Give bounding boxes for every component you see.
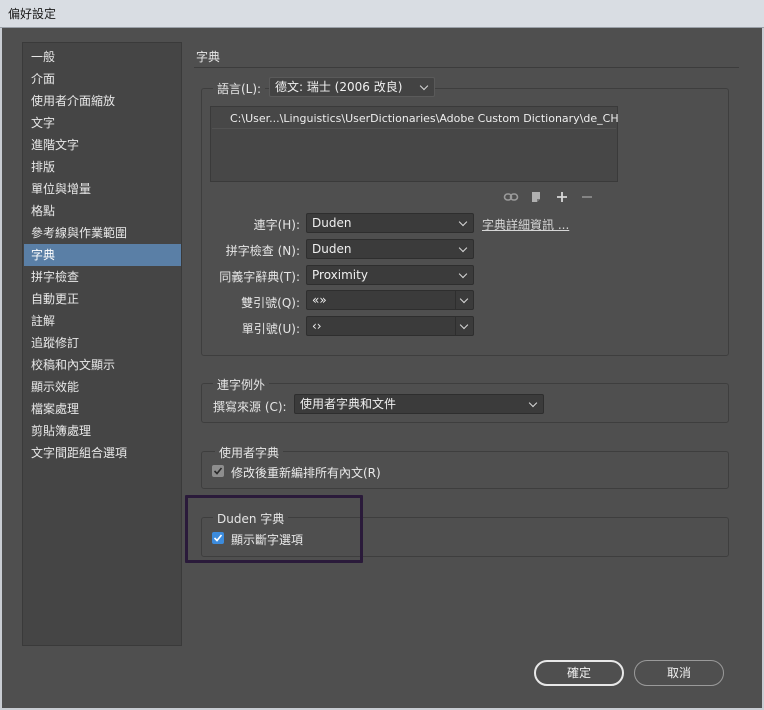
sidebar-item-guides[interactable]: 參考線與作業範圍 — [24, 222, 181, 244]
compose-using-label: 撰寫來源 (C): — [213, 400, 287, 414]
spelling-value: Duden — [312, 242, 352, 256]
double-quotes-combo[interactable]: «» — [306, 290, 474, 310]
single-quotes-value: ‹› — [312, 319, 322, 333]
window-titlebar: 偏好設定 — [0, 0, 764, 28]
spelling-select[interactable]: Duden — [306, 239, 474, 259]
ok-button[interactable]: 確定 — [534, 660, 624, 686]
chevron-down-icon — [455, 214, 473, 232]
chevron-down-icon — [455, 240, 473, 258]
sidebar-item-display-performance[interactable]: 顯示效能 — [24, 376, 181, 398]
sidebar-item-composition[interactable]: 排版 — [24, 156, 181, 178]
sidebar-item-type[interactable]: 文字 — [24, 112, 181, 134]
sidebar-item-clipboard[interactable]: 剪貼簿處理 — [24, 420, 181, 442]
sidebar-item-file-handling[interactable]: 檔案處理 — [24, 398, 181, 420]
sidebar-item-track-changes[interactable]: 追蹤修訂 — [24, 332, 181, 354]
sidebar-item-advanced-type[interactable]: 進階文字 — [24, 134, 181, 156]
chevron-down-icon[interactable] — [455, 291, 473, 309]
annotation-highlight-box — [185, 495, 363, 563]
hyphenation-select[interactable]: Duden — [306, 213, 474, 233]
sidebar-item-dictionary[interactable]: 字典 — [24, 244, 181, 266]
sidebar-item-ui-scaling[interactable]: 使用者介面縮放 — [24, 90, 181, 112]
cancel-button[interactable]: 取消 — [634, 660, 724, 686]
sidebar-item-grids[interactable]: 格點 — [24, 200, 181, 222]
sidebar-item-interface[interactable]: 介面 — [24, 68, 181, 90]
recompose-label[interactable]: 修改後重新編排所有內文(R) — [231, 464, 381, 481]
thesaurus-select[interactable]: Proximity — [306, 265, 474, 285]
window-title: 偏好設定 — [8, 7, 57, 21]
language-select[interactable]: 德文: 瑞士 (2006 改良) — [269, 77, 435, 97]
hyphenation-exceptions-title: 連字例外 — [213, 376, 270, 393]
double-quotes-value: «» — [312, 293, 327, 307]
minus-icon[interactable] — [579, 189, 595, 205]
sidebar-item-autocorrect[interactable]: 自動更正 — [24, 288, 181, 310]
compose-using-select[interactable]: 使用者字典和文件 — [294, 394, 544, 414]
hyphenation-value: Duden — [312, 216, 352, 230]
sidebar: 一般 介面 使用者介面縮放 文字 進階文字 排版 單位與增量 格點 參考線與作業… — [22, 42, 182, 646]
single-quotes-label: 單引號(U): — [241, 322, 300, 336]
chevron-down-icon — [416, 78, 434, 96]
sidebar-item-mojikumi[interactable]: 文字間距組合選項 — [24, 442, 181, 464]
link-icon[interactable] — [503, 189, 519, 205]
recompose-checkbox[interactable] — [212, 465, 224, 477]
list-item[interactable]: C:\User...\Linguistics\UserDictionaries\… — [212, 109, 619, 129]
sidebar-item-notes[interactable]: 註解 — [24, 310, 181, 332]
sidebar-item-general[interactable]: 一般 — [24, 46, 181, 68]
sidebar-item-spelling[interactable]: 拼字檢查 — [24, 266, 181, 288]
language-value: 德文: 瑞士 (2006 改良) — [275, 80, 403, 94]
dictionary-list[interactable]: C:\User...\Linguistics\UserDictionaries\… — [210, 106, 619, 182]
thesaurus-value: Proximity — [312, 268, 368, 282]
title-divider — [194, 67, 739, 68]
double-quotes-label: 雙引號(Q): — [241, 296, 300, 310]
dictionary-info-link[interactable]: 字典詳細資訊 ... — [482, 216, 569, 233]
chevron-down-icon[interactable] — [455, 317, 473, 335]
user-dictionary-title: 使用者字典 — [215, 444, 284, 461]
thesaurus-label: 同義字辭典(T): — [219, 270, 300, 284]
plus-icon[interactable] — [554, 189, 570, 205]
page-icon[interactable] — [528, 189, 544, 205]
page-title: 字典 — [196, 50, 221, 64]
hyphenation-label: 連字(H): — [253, 218, 300, 232]
compose-using-value: 使用者字典和文件 — [300, 397, 397, 411]
chevron-down-icon — [455, 266, 473, 284]
sidebar-item-units[interactable]: 單位與增量 — [24, 178, 181, 200]
single-quotes-combo[interactable]: ‹› — [306, 316, 474, 336]
language-label: 語言(L): — [213, 80, 266, 97]
chevron-down-icon — [525, 395, 543, 413]
sidebar-item-story-editor[interactable]: 校稿和內文顯示 — [24, 354, 181, 376]
spelling-label: 拼字檢查 (N): — [225, 244, 300, 258]
